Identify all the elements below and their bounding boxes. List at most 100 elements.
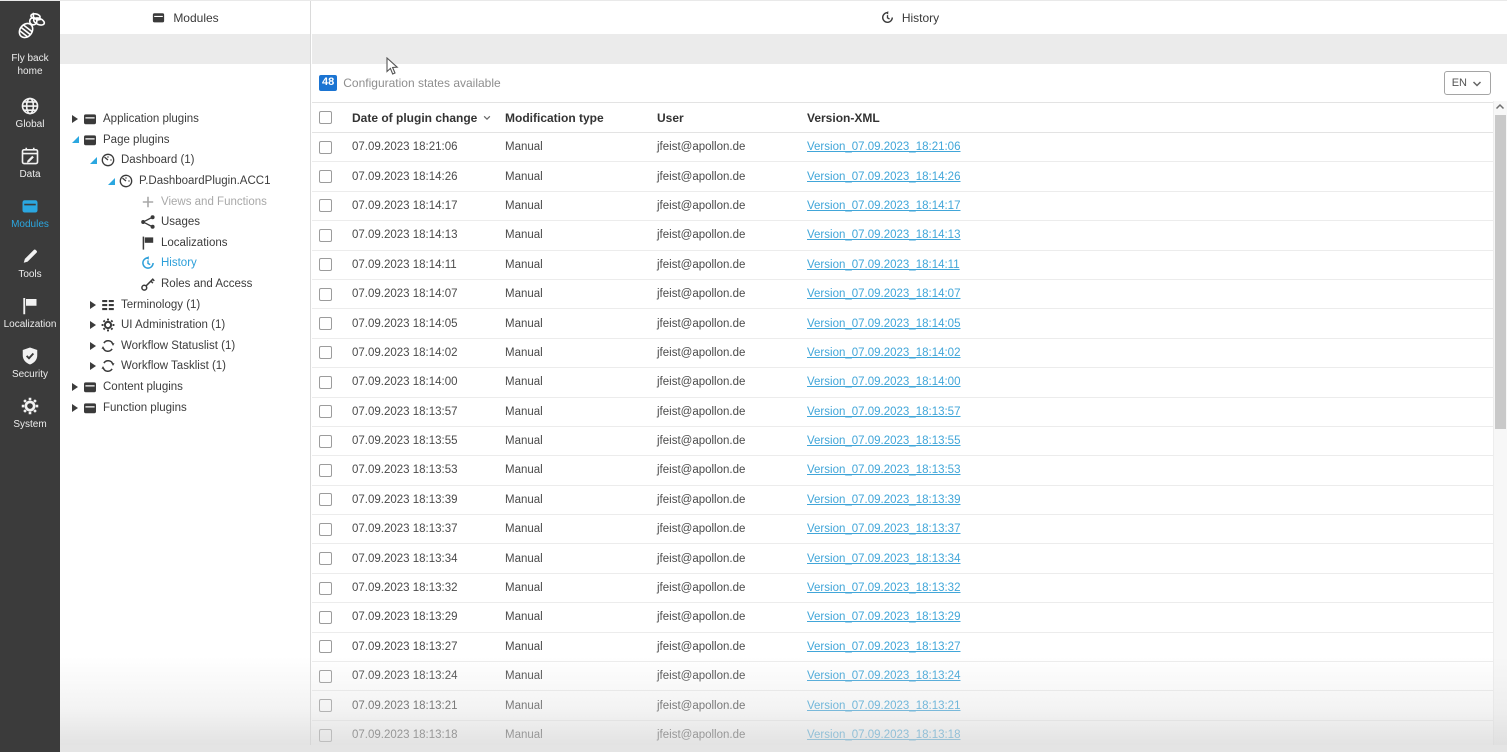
- row-checkbox[interactable]: [319, 375, 332, 389]
- version-link[interactable]: Version_07.09.2023_18:13:24: [807, 670, 960, 682]
- tree-expand-arrow-icon[interactable]: [86, 341, 100, 350]
- version-link[interactable]: Version_07.09.2023_18:14:13: [807, 229, 960, 241]
- row-user: jfeist@apollon.de: [657, 464, 746, 477]
- row-modification-type: Manual: [505, 523, 543, 536]
- version-link[interactable]: Version_07.09.2023_18:21:06: [807, 141, 960, 153]
- language-dropdown[interactable]: EN: [1443, 71, 1491, 95]
- sidebar-item-security[interactable]: Security: [0, 344, 60, 382]
- tree-item-function-plugins[interactable]: Function plugins: [60, 397, 310, 418]
- table-row: 07.09.2023 18:14:05 Manual jfeist@apollon.…: [312, 309, 1493, 339]
- sidebar-item-modules[interactable]: Modules: [0, 194, 60, 232]
- tree-item-workflow-tasklist-1[interactable]: Workflow Tasklist (1): [60, 356, 310, 377]
- tree-item-p-dashboardplugin-acc1[interactable]: P.DashboardPlugin.ACC1: [60, 171, 310, 192]
- sidebar-item-system[interactable]: System: [0, 394, 60, 432]
- version-link[interactable]: Version_07.09.2023_18:14:11: [807, 259, 960, 271]
- tree-expand-arrow-icon[interactable]: [68, 115, 82, 124]
- row-checkbox[interactable]: [319, 581, 332, 595]
- version-link[interactable]: Version_07.09.2023_18:13:21: [807, 700, 960, 712]
- sidebar-item-localization[interactable]: Localization: [0, 294, 60, 332]
- version-link[interactable]: Version_07.09.2023_18:14:02: [807, 347, 960, 359]
- version-link[interactable]: Version_07.09.2023_18:13:18: [807, 729, 960, 741]
- row-user: jfeist@apollon.de: [657, 493, 746, 506]
- key-icon: [140, 276, 156, 292]
- tree-collapse-arrow-icon[interactable]: [104, 177, 118, 185]
- tree-item-page-plugins[interactable]: Page plugins: [60, 130, 310, 151]
- row-checkbox[interactable]: [319, 728, 332, 742]
- row-checkbox[interactable]: [319, 258, 332, 272]
- home-button[interactable]: Fly back home: [4, 11, 56, 78]
- version-link[interactable]: Version_07.09.2023_18:13:57: [807, 406, 960, 418]
- row-checkbox[interactable]: [319, 228, 332, 242]
- version-link[interactable]: Version_07.09.2023_18:14:05: [807, 318, 960, 330]
- version-link[interactable]: Version_07.09.2023_18:13:55: [807, 435, 960, 447]
- row-checkbox[interactable]: [319, 170, 332, 184]
- vertical-scrollbar[interactable]: [1493, 101, 1507, 752]
- version-link[interactable]: Version_07.09.2023_18:14:26: [807, 171, 960, 183]
- module-icon: [82, 132, 98, 148]
- version-link[interactable]: Version_07.09.2023_18:14:17: [807, 200, 960, 212]
- row-checkbox[interactable]: [319, 405, 332, 419]
- row-checkbox[interactable]: [319, 522, 332, 536]
- column-header-date-of-plugin-change[interactable]: Date of plugin change: [352, 111, 505, 125]
- count-label: Configuration states available: [343, 76, 501, 90]
- sidebar-item-tools[interactable]: Tools: [0, 244, 60, 282]
- table-row: 07.09.2023 18:14:26 Manual jfeist@apollon.…: [312, 162, 1493, 192]
- tree-item-dashboard-1[interactable]: Dashboard (1): [60, 150, 310, 171]
- row-checkbox[interactable]: [319, 699, 332, 713]
- version-link[interactable]: Version_07.09.2023_18:13:32: [807, 582, 960, 594]
- version-link[interactable]: Version_07.09.2023_18:13:27: [807, 641, 960, 653]
- row-checkbox[interactable]: [319, 434, 332, 448]
- tree-item-application-plugins[interactable]: Application plugins: [60, 109, 310, 130]
- tree-item-label: Dashboard (1): [121, 154, 195, 167]
- row-checkbox[interactable]: [319, 640, 332, 654]
- tree-item-terminology-1[interactable]: Terminology (1): [60, 294, 310, 315]
- row-checkbox[interactable]: [319, 493, 332, 507]
- tree-item-history[interactable]: History: [60, 253, 310, 274]
- tree-item-localizations[interactable]: Localizations: [60, 233, 310, 254]
- tree-item-workflow-statuslist-1[interactable]: Workflow Statuslist (1): [60, 336, 310, 357]
- column-header-label: Modification type: [505, 110, 604, 125]
- tree-expand-arrow-icon[interactable]: [86, 300, 100, 309]
- tree-item-content-plugins[interactable]: Content plugins: [60, 377, 310, 398]
- row-checkbox[interactable]: [319, 552, 332, 566]
- column-header-user[interactable]: User: [657, 111, 807, 125]
- scroll-up-arrow-icon[interactable]: [1494, 101, 1506, 112]
- row-user: jfeist@apollon.de: [657, 317, 746, 330]
- scrollbar-thumb[interactable]: [1495, 115, 1506, 429]
- tree-item-ui-administration-1[interactable]: UI Administration (1): [60, 315, 310, 336]
- row-checkbox[interactable]: [319, 317, 332, 331]
- row-date: 07.09.2023 18:13:53: [352, 464, 458, 477]
- tree-collapse-arrow-icon[interactable]: [68, 136, 82, 144]
- app-sidebar: Fly back home Global Data Modules Tools Lo…: [0, 1, 60, 752]
- row-checkbox[interactable]: [319, 669, 332, 683]
- tree-collapse-arrow-icon[interactable]: [86, 156, 100, 164]
- version-link[interactable]: Version_07.09.2023_18:13:53: [807, 464, 960, 476]
- version-link[interactable]: Version_07.09.2023_18:13:37: [807, 523, 960, 535]
- tree-item-views-and-functions[interactable]: Views and Functions: [60, 191, 310, 212]
- tree-expand-arrow-icon[interactable]: [68, 403, 82, 412]
- tree-item-roles-and-access[interactable]: Roles and Access: [60, 274, 310, 295]
- row-checkbox[interactable]: [319, 610, 332, 624]
- version-link[interactable]: Version_07.09.2023_18:13:29: [807, 611, 960, 623]
- column-header-modification-type[interactable]: Modification type: [505, 111, 657, 125]
- sidebar-item-global[interactable]: Global: [0, 94, 60, 132]
- tree-expand-arrow-icon[interactable]: [86, 362, 100, 371]
- row-checkbox[interactable]: [319, 199, 332, 213]
- version-link[interactable]: Version_07.09.2023_18:13:34: [807, 553, 960, 565]
- tree-expand-arrow-icon[interactable]: [86, 321, 100, 330]
- gear-icon: [100, 317, 116, 333]
- version-link[interactable]: Version_07.09.2023_18:14:00: [807, 376, 960, 388]
- row-checkbox[interactable]: [319, 287, 332, 301]
- row-checkbox[interactable]: [319, 346, 332, 360]
- tree-item-usages[interactable]: Usages: [60, 212, 310, 233]
- row-checkbox[interactable]: [319, 140, 332, 154]
- row-user: jfeist@apollon.de: [657, 170, 746, 183]
- select-all-checkbox[interactable]: [319, 111, 332, 124]
- version-link[interactable]: Version_07.09.2023_18:14:07: [807, 288, 960, 300]
- row-checkbox[interactable]: [319, 463, 332, 477]
- sidebar-item-data[interactable]: Data: [0, 144, 60, 182]
- tree-expand-arrow-icon[interactable]: [68, 383, 82, 392]
- column-header-version-xml[interactable]: Version-XML: [807, 111, 1493, 125]
- version-link[interactable]: Version_07.09.2023_18:13:39: [807, 494, 960, 506]
- tree-item-label: Usages: [161, 216, 200, 229]
